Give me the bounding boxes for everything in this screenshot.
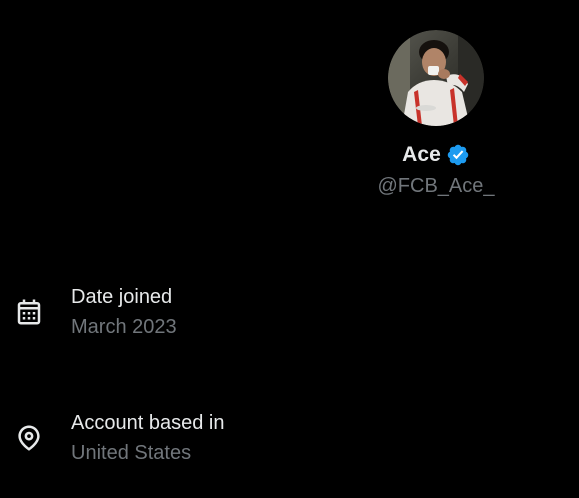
verified-badge-icon[interactable] [446,143,470,167]
date-joined-value: March 2023 [71,316,177,338]
account-location-value: United States [71,442,192,464]
profile-header: Ace @FCB_Ace_ [340,30,532,198]
account-location-row: Account based in United States [14,410,224,466]
handle: @FCB_Ace_ [377,175,495,197]
account-location-text: Account based in United States [71,410,224,466]
date-joined-text: Date joined March 2023 [71,284,177,340]
date-joined-label: Date joined [71,286,173,308]
date-joined-row: Date joined March 2023 [14,284,177,340]
account-location-label: Account based in [71,412,225,434]
name-row: Ace [402,142,470,168]
display-name: Ace [402,143,441,166]
avatar[interactable] [388,30,484,126]
calendar-icon [17,299,41,325]
location-pin-icon [18,425,40,451]
